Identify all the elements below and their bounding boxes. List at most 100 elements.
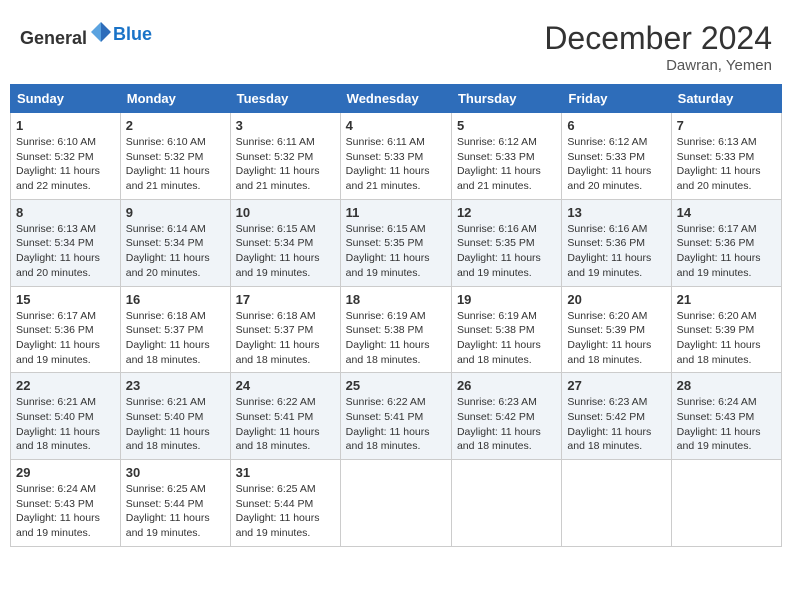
sunrise-label: Sunrise: 6:16 AM	[567, 223, 647, 235]
day-number: 17	[236, 292, 335, 307]
daylight-label: Daylight: 11 hours and 20 minutes.	[677, 165, 761, 192]
sunrise-label: Sunrise: 6:22 AM	[346, 396, 426, 408]
logo: General Blue	[20, 20, 152, 49]
sunset-label: Sunset: 5:39 PM	[677, 324, 755, 336]
daylight-label: Daylight: 11 hours and 19 minutes.	[346, 252, 430, 279]
daylight-label: Daylight: 11 hours and 18 minutes.	[126, 426, 210, 453]
daylight-label: Daylight: 11 hours and 20 minutes.	[16, 252, 100, 279]
weekday-header-cell: Sunday	[11, 85, 121, 113]
daylight-label: Daylight: 11 hours and 18 minutes.	[346, 426, 430, 453]
sunset-label: Sunset: 5:42 PM	[567, 411, 645, 423]
day-info: Sunrise: 6:22 AM Sunset: 5:41 PM Dayligh…	[236, 395, 335, 454]
day-info: Sunrise: 6:16 AM Sunset: 5:35 PM Dayligh…	[457, 222, 556, 281]
day-info: Sunrise: 6:12 AM Sunset: 5:33 PM Dayligh…	[457, 135, 556, 194]
calendar-day-cell: 19 Sunrise: 6:19 AM Sunset: 5:38 PM Dayl…	[451, 286, 561, 373]
sunset-label: Sunset: 5:33 PM	[677, 151, 755, 163]
day-number: 30	[126, 465, 225, 480]
sunrise-label: Sunrise: 6:17 AM	[677, 223, 757, 235]
sunrise-label: Sunrise: 6:10 AM	[16, 136, 96, 148]
calendar-day-cell: 8 Sunrise: 6:13 AM Sunset: 5:34 PM Dayli…	[11, 199, 121, 286]
calendar-day-cell: 25 Sunrise: 6:22 AM Sunset: 5:41 PM Dayl…	[340, 373, 451, 460]
sunset-label: Sunset: 5:32 PM	[126, 151, 204, 163]
day-number: 21	[677, 292, 776, 307]
month-title: December 2024	[544, 20, 772, 57]
day-info: Sunrise: 6:17 AM Sunset: 5:36 PM Dayligh…	[677, 222, 776, 281]
day-info: Sunrise: 6:24 AM Sunset: 5:43 PM Dayligh…	[16, 482, 115, 541]
day-number: 10	[236, 205, 335, 220]
day-info: Sunrise: 6:11 AM Sunset: 5:32 PM Dayligh…	[236, 135, 335, 194]
sunrise-label: Sunrise: 6:24 AM	[677, 396, 757, 408]
day-number: 1	[16, 118, 115, 133]
calendar-day-cell: 23 Sunrise: 6:21 AM Sunset: 5:40 PM Dayl…	[120, 373, 230, 460]
day-info: Sunrise: 6:11 AM Sunset: 5:33 PM Dayligh…	[346, 135, 446, 194]
sunrise-label: Sunrise: 6:16 AM	[457, 223, 537, 235]
day-number: 26	[457, 378, 556, 393]
day-info: Sunrise: 6:18 AM Sunset: 5:37 PM Dayligh…	[236, 309, 335, 368]
calendar-week-row: 1 Sunrise: 6:10 AM Sunset: 5:32 PM Dayli…	[11, 113, 782, 200]
day-info: Sunrise: 6:21 AM Sunset: 5:40 PM Dayligh…	[16, 395, 115, 454]
day-number: 8	[16, 205, 115, 220]
page-header: General Blue December 2024 Dawran, Yemen	[10, 10, 782, 79]
day-info: Sunrise: 6:15 AM Sunset: 5:34 PM Dayligh…	[236, 222, 335, 281]
day-info: Sunrise: 6:17 AM Sunset: 5:36 PM Dayligh…	[16, 309, 115, 368]
sunset-label: Sunset: 5:33 PM	[346, 151, 424, 163]
weekday-header-cell: Wednesday	[340, 85, 451, 113]
sunrise-label: Sunrise: 6:13 AM	[677, 136, 757, 148]
day-number: 9	[126, 205, 225, 220]
sunset-label: Sunset: 5:35 PM	[457, 237, 535, 249]
day-info: Sunrise: 6:24 AM Sunset: 5:43 PM Dayligh…	[677, 395, 776, 454]
day-number: 29	[16, 465, 115, 480]
calendar-day-cell: 1 Sunrise: 6:10 AM Sunset: 5:32 PM Dayli…	[11, 113, 121, 200]
weekday-header-cell: Monday	[120, 85, 230, 113]
day-number: 6	[567, 118, 665, 133]
sunrise-label: Sunrise: 6:10 AM	[126, 136, 206, 148]
calendar-day-cell: 6 Sunrise: 6:12 AM Sunset: 5:33 PM Dayli…	[562, 113, 671, 200]
calendar-day-cell: 27 Sunrise: 6:23 AM Sunset: 5:42 PM Dayl…	[562, 373, 671, 460]
sunset-label: Sunset: 5:43 PM	[16, 498, 94, 510]
sunset-label: Sunset: 5:33 PM	[457, 151, 535, 163]
location-title: Dawran, Yemen	[544, 57, 772, 74]
daylight-label: Daylight: 11 hours and 18 minutes.	[16, 426, 100, 453]
sunset-label: Sunset: 5:40 PM	[126, 411, 204, 423]
sunrise-label: Sunrise: 6:23 AM	[457, 396, 537, 408]
calendar-week-row: 22 Sunrise: 6:21 AM Sunset: 5:40 PM Dayl…	[11, 373, 782, 460]
day-number: 20	[567, 292, 665, 307]
daylight-label: Daylight: 11 hours and 19 minutes.	[16, 512, 100, 539]
sunrise-label: Sunrise: 6:15 AM	[346, 223, 426, 235]
day-info: Sunrise: 6:25 AM Sunset: 5:44 PM Dayligh…	[236, 482, 335, 541]
calendar-table: SundayMondayTuesdayWednesdayThursdayFrid…	[10, 84, 782, 547]
daylight-label: Daylight: 11 hours and 19 minutes.	[567, 252, 651, 279]
sunset-label: Sunset: 5:33 PM	[567, 151, 645, 163]
daylight-label: Daylight: 11 hours and 18 minutes.	[567, 339, 651, 366]
daylight-label: Daylight: 11 hours and 19 minutes.	[236, 252, 320, 279]
sunrise-label: Sunrise: 6:17 AM	[16, 310, 96, 322]
sunrise-label: Sunrise: 6:18 AM	[126, 310, 206, 322]
weekday-header-row: SundayMondayTuesdayWednesdayThursdayFrid…	[11, 85, 782, 113]
sunrise-label: Sunrise: 6:12 AM	[457, 136, 537, 148]
calendar-day-cell	[562, 460, 671, 547]
daylight-label: Daylight: 11 hours and 18 minutes.	[126, 339, 210, 366]
day-info: Sunrise: 6:22 AM Sunset: 5:41 PM Dayligh…	[346, 395, 446, 454]
calendar-week-row: 29 Sunrise: 6:24 AM Sunset: 5:43 PM Dayl…	[11, 460, 782, 547]
day-number: 7	[677, 118, 776, 133]
daylight-label: Daylight: 11 hours and 19 minutes.	[677, 426, 761, 453]
day-info: Sunrise: 6:10 AM Sunset: 5:32 PM Dayligh…	[126, 135, 225, 194]
sunset-label: Sunset: 5:34 PM	[236, 237, 314, 249]
sunset-label: Sunset: 5:34 PM	[126, 237, 204, 249]
calendar-day-cell: 20 Sunrise: 6:20 AM Sunset: 5:39 PM Dayl…	[562, 286, 671, 373]
day-info: Sunrise: 6:20 AM Sunset: 5:39 PM Dayligh…	[677, 309, 776, 368]
daylight-label: Daylight: 11 hours and 21 minutes.	[457, 165, 541, 192]
calendar-day-cell	[451, 460, 561, 547]
calendar-day-cell: 18 Sunrise: 6:19 AM Sunset: 5:38 PM Dayl…	[340, 286, 451, 373]
day-number: 23	[126, 378, 225, 393]
day-info: Sunrise: 6:23 AM Sunset: 5:42 PM Dayligh…	[457, 395, 556, 454]
daylight-label: Daylight: 11 hours and 20 minutes.	[567, 165, 651, 192]
sunset-label: Sunset: 5:37 PM	[236, 324, 314, 336]
calendar-day-cell: 7 Sunrise: 6:13 AM Sunset: 5:33 PM Dayli…	[671, 113, 781, 200]
day-info: Sunrise: 6:12 AM Sunset: 5:33 PM Dayligh…	[567, 135, 665, 194]
daylight-label: Daylight: 11 hours and 19 minutes.	[16, 339, 100, 366]
day-number: 19	[457, 292, 556, 307]
calendar-day-cell	[340, 460, 451, 547]
day-info: Sunrise: 6:10 AM Sunset: 5:32 PM Dayligh…	[16, 135, 115, 194]
sunset-label: Sunset: 5:40 PM	[16, 411, 94, 423]
